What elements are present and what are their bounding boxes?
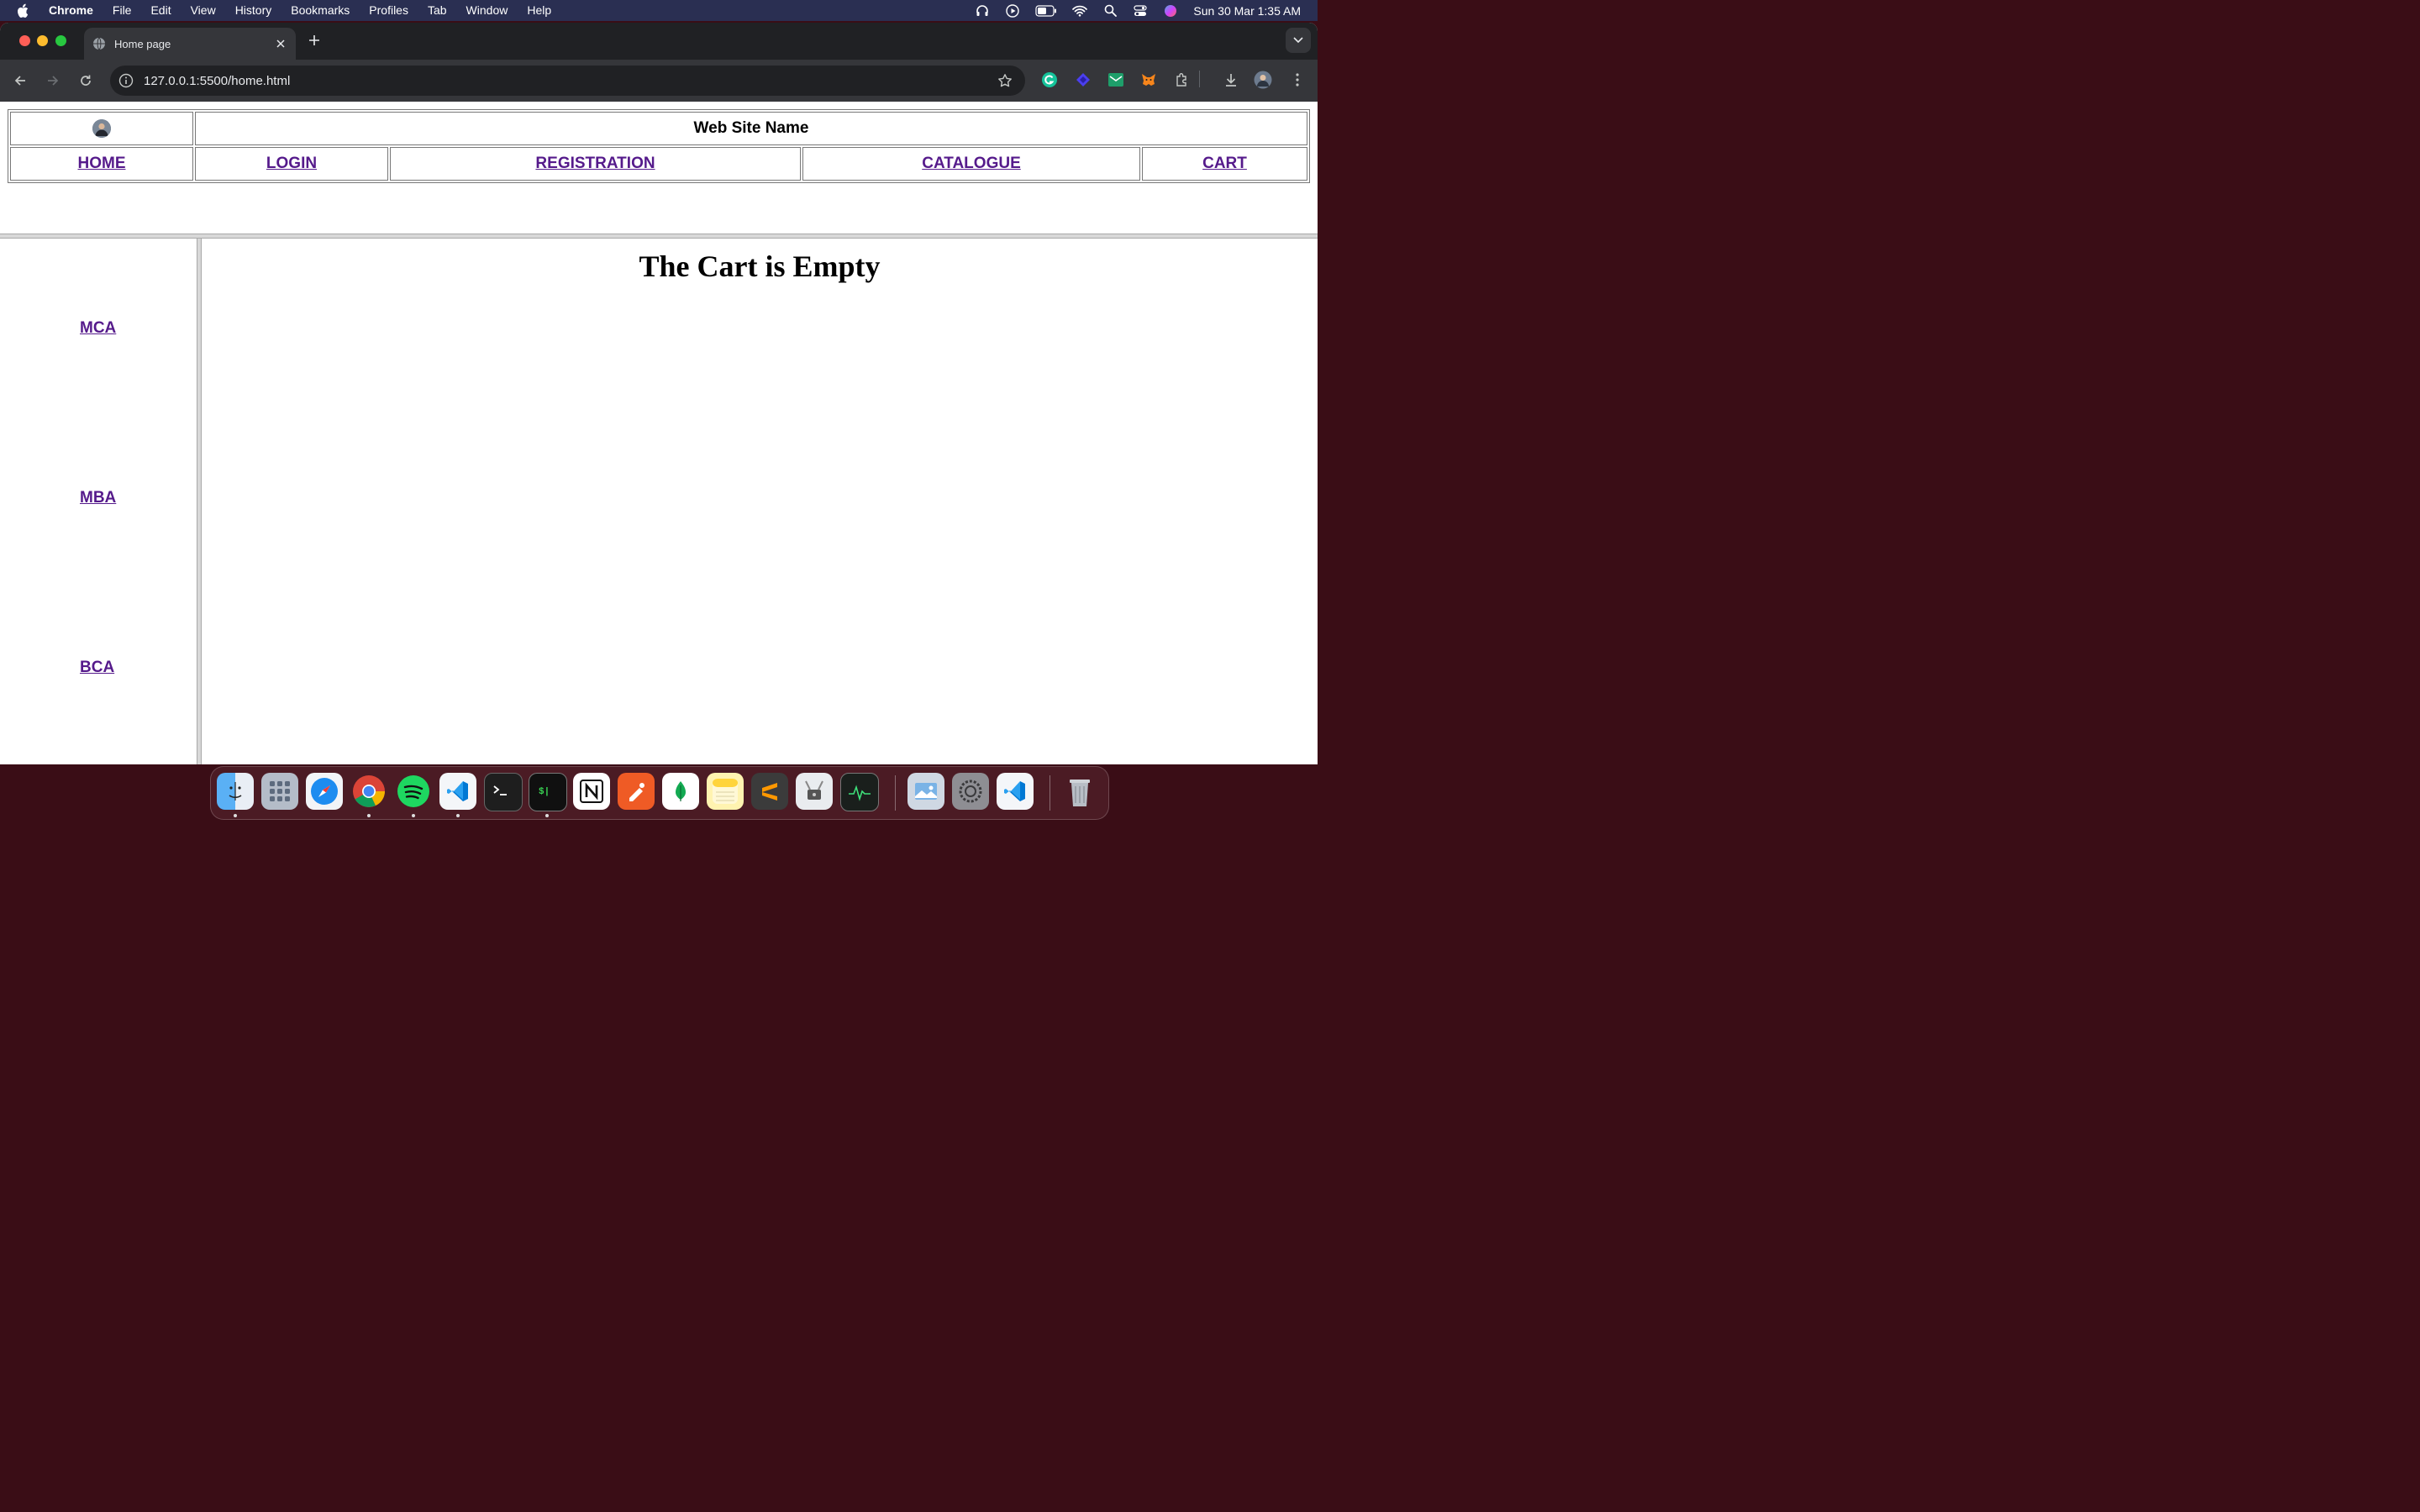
menu-bookmarks[interactable]: Bookmarks [291,0,350,21]
cart-empty-heading: The Cart is Empty [639,249,881,283]
grammarly-extension-icon[interactable] [1040,71,1059,89]
battery-icon[interactable] [1035,4,1057,18]
status-area: Sun 30 Mar 1:35 AM [975,0,1301,21]
chrome-menu-icon[interactable] [1288,71,1307,89]
close-tab-icon[interactable] [274,37,287,50]
profile-avatar[interactable] [1254,71,1272,89]
nav-home-link[interactable]: HOME [78,155,126,172]
tab-title: Home page [114,37,171,50]
now-playing-icon[interactable] [1005,3,1020,18]
dock-separator [895,775,896,811]
url-text[interactable]: 127.0.0.1:5500/home.html [144,74,997,88]
iterm-running-indicator [545,814,549,817]
vscode-icon[interactable] [439,773,476,810]
forward-button[interactable] [43,71,63,91]
terminal-icon[interactable] [484,773,523,811]
sidebar-frame: MCA MBA BCA [0,239,197,764]
mail-extension-icon[interactable] [1107,71,1125,89]
sidebar-link-bca[interactable]: BCA [80,659,114,677]
nav-cart-link[interactable]: CART [1202,155,1247,172]
postman-icon[interactable] [618,773,655,810]
site-info-icon[interactable] [118,73,134,88]
browser-window: Home page 127.0.0.1:5500/home.html Web S… [0,23,1318,764]
menu-view[interactable]: View [191,0,216,21]
extensions-puzzle-icon[interactable] [1173,71,1192,89]
tab-strip: Home page [0,23,1318,60]
menu-profiles[interactable]: Profiles [369,0,408,21]
address-bar[interactable]: 127.0.0.1:5500/home.html [110,66,1025,96]
iterm-icon[interactable]: $| [529,773,567,811]
finder-running-indicator [234,814,237,817]
vscode-icon[interactable] [997,773,1034,810]
activity-monitor-icon[interactable] [840,773,879,811]
safari-icon[interactable] [306,773,343,810]
downloads-icon[interactable] [1222,71,1240,89]
menu-window[interactable]: Window [466,0,508,21]
site-name: Web Site Name [693,119,809,137]
zoom-window-button[interactable] [55,35,66,46]
chrome-running-indicator [367,814,371,817]
nav-cell-login: LOGIN [195,147,388,181]
preview-icon[interactable] [908,773,944,810]
menu-history[interactable]: History [235,0,272,21]
system-settings-icon[interactable] [952,773,989,810]
header-frame: Web Site Name HOME LOGIN REGISTRATION CA… [0,102,1318,234]
layers-extension-icon[interactable] [1074,71,1092,89]
nav-registration-link[interactable]: REGISTRATION [535,155,655,172]
finder-icon[interactable] [217,773,254,810]
nav-catalogue-link[interactable]: CATALOGUE [922,155,1021,172]
notes-icon[interactable] [707,773,744,810]
tab-home-page[interactable]: Home page [84,28,296,60]
system-information-icon[interactable] [796,773,833,810]
apple-icon[interactable] [17,3,32,18]
nav-cell-cart: CART [1142,147,1307,181]
chrome-icon[interactable] [350,773,387,810]
spotlight-search-icon[interactable] [1102,4,1118,18]
new-tab-button[interactable] [305,31,324,50]
menu-file[interactable]: File [113,0,132,21]
bookmark-star-icon[interactable] [997,72,1013,89]
sidebar-link-mba[interactable]: MBA [80,489,116,507]
headphones-icon[interactable] [975,4,990,18]
page-viewport: Web Site Name HOME LOGIN REGISTRATION CA… [0,102,1318,764]
macos-menu-bar: Chrome File Edit View History Bookmarks … [0,0,1318,21]
spotify-icon[interactable] [395,773,432,810]
browser-toolbar: 127.0.0.1:5500/home.html [0,60,1318,102]
trash-icon[interactable] [1061,773,1098,810]
site-logo-image [92,118,111,138]
main-content-frame: The Cart is Empty [202,239,1318,764]
reload-button[interactable] [76,71,96,91]
siri-icon[interactable] [1163,4,1178,18]
menu-tab[interactable]: Tab [428,0,447,21]
minimize-window-button[interactable] [37,35,48,46]
sidebar-link-mca[interactable]: MCA [80,319,116,338]
vscode-running-indicator [456,814,460,817]
notion-icon[interactable] [573,773,610,810]
menu-app-name[interactable]: Chrome [49,0,93,21]
logo-cell [10,112,193,145]
menubar-clock[interactable]: Sun 30 Mar 1:35 AM [1193,4,1301,18]
menu-help[interactable]: Help [527,0,551,21]
nav-cell-catalogue: CATALOGUE [802,147,1140,181]
nav-cell-home: HOME [10,147,193,181]
site-name-cell: Web Site Name [195,112,1307,145]
svg-text:$|: $| [539,787,550,797]
metamask-extension-icon[interactable] [1139,71,1158,89]
launchpad-icon[interactable] [261,773,298,810]
menu-edit[interactable]: Edit [150,0,171,21]
mongodb-compass-icon[interactable] [662,773,699,810]
back-button[interactable] [10,71,30,91]
nav-login-link[interactable]: LOGIN [266,155,317,172]
control-center-icon[interactable] [1133,4,1148,18]
nav-cell-registration: REGISTRATION [390,147,801,181]
sublime-text-icon[interactable] [751,773,788,810]
header-table: Web Site Name HOME LOGIN REGISTRATION CA… [8,109,1310,183]
wifi-icon[interactable] [1072,4,1088,18]
close-window-button[interactable] [19,35,30,46]
macos-dock: $| [210,766,1109,820]
tab-search-button[interactable] [1286,28,1311,53]
globe-icon [92,37,106,50]
spotify-running-indicator [412,814,415,817]
toolbar-separator [1199,71,1200,87]
